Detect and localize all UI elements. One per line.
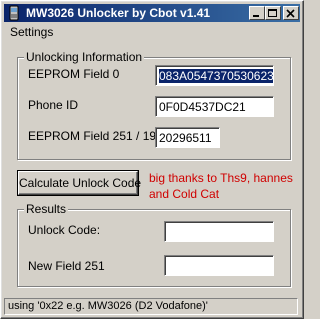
close-button[interactable] [283,6,299,20]
results-title: Results [24,202,69,216]
eeprom-field-0-label: EEPROM Field 0 [28,67,120,81]
eeprom-field-0-input[interactable]: 083A0547370530623B [155,65,274,86]
phone-app-icon [6,5,22,21]
close-icon [286,9,295,18]
eeprom-field-0-value: 083A0547370530623B [159,69,273,83]
thanks-text: big thanks to Ths9, hannes and Cold Cat [149,171,293,201]
window-title: MW3026 Unlocker by Cbot v1.41 [26,6,211,20]
menu-bar: Settings [4,23,300,41]
maximize-button[interactable] [265,6,281,20]
menu-settings[interactable]: Settings [10,25,53,39]
unlock-code-output[interactable] [164,221,274,242]
calculate-unlock-code-button[interactable]: Calculate Unlock Code [18,171,141,195]
title-bar[interactable]: MW3026 Unlocker by Cbot v1.41 [4,4,300,22]
app-window: MW3026 Unlocker by Cbot v1.41 Settings U… [0,0,304,319]
phone-id-input[interactable]: 0F0D4537DC21 [155,96,274,117]
status-bar: using '0x22 e.g. MW3026 (D2 Vodafone)' [4,298,298,315]
minimize-button[interactable] [249,6,265,20]
maximize-icon [268,9,277,17]
new-field-251-output[interactable] [164,255,274,276]
unlocking-info-title: Unlocking Information [24,50,145,64]
phone-id-label: Phone ID [28,98,79,112]
unlock-code-label: Unlock Code: [28,223,101,237]
minimize-icon [253,15,259,17]
new-field-251-label: New Field 251 [28,259,105,273]
eeprom-field-251-input[interactable]: 20296511 [155,127,220,148]
eeprom-field-251-label: EEPROM Field 251 / 191 [28,129,163,143]
